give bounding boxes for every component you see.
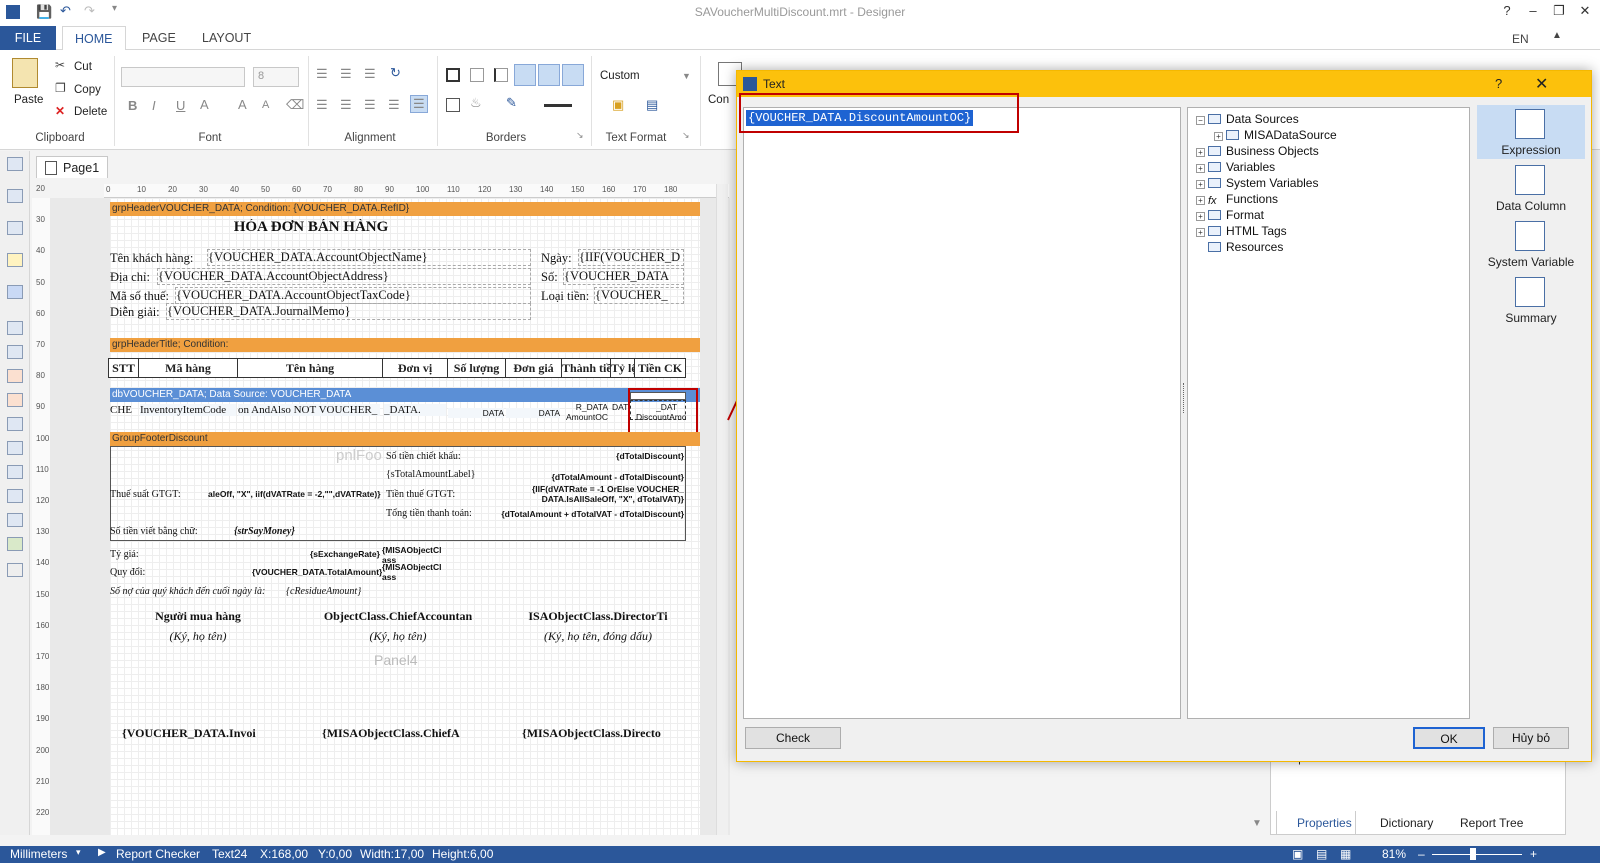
splitter-handle[interactable] (1183, 383, 1186, 413)
tree-item-label: MISADataSource (1244, 128, 1337, 142)
sidebar-label: Expression (1501, 143, 1561, 157)
expand-icon[interactable]: + (1196, 180, 1205, 189)
dialog-title: Text (763, 77, 786, 91)
tree-item-data-sources[interactable]: − Data Sources (1196, 112, 1299, 126)
tree-item-misa-datasource[interactable]: + MISADataSource (1214, 128, 1337, 142)
tree-item-label: Variables (1226, 160, 1276, 174)
text-dialog: Text ? ✕ {VOUCHER_DATA.DiscountAmountOC}… (736, 70, 1592, 762)
expression-icon (1515, 109, 1545, 139)
tree-item-label: HTML Tags (1226, 224, 1287, 238)
html-tags-icon (1208, 226, 1221, 236)
expand-icon[interactable]: + (1214, 132, 1223, 141)
expand-icon[interactable]: + (1196, 148, 1205, 157)
dialog-help-icon[interactable]: ? (1495, 76, 1502, 91)
tree-item-label: Data Sources (1226, 112, 1299, 126)
tree-item-resources[interactable]: Resources (1208, 240, 1283, 254)
tree-item-label: Resources (1226, 240, 1284, 254)
tree-item-html-tags[interactable]: + HTML Tags (1196, 224, 1287, 238)
system-variables-icon (1208, 178, 1221, 188)
sidebar-expression[interactable]: Expression (1477, 105, 1585, 159)
system-variable-icon (1515, 221, 1545, 251)
dictionary-tree: − Data Sources + MISADataSource + Business … (1187, 107, 1470, 719)
tree-item-label: Format (1226, 208, 1265, 222)
variables-icon (1208, 162, 1221, 172)
expand-icon[interactable]: + (1196, 164, 1205, 173)
tree-item-label: System Variables (1226, 176, 1319, 190)
tree-item-business-objects[interactable]: + Business Objects (1196, 144, 1319, 158)
expand-icon[interactable]: + (1196, 196, 1205, 205)
check-button[interactable]: Check (745, 727, 841, 749)
functions-icon: fx (1208, 195, 1217, 207)
tree-item-label: Business Objects (1226, 144, 1319, 158)
cancel-button[interactable]: Hủy bỏ (1493, 727, 1569, 749)
tree-item-label: Functions (1226, 192, 1279, 206)
expand-icon[interactable]: + (1196, 212, 1205, 221)
summary-icon (1515, 277, 1545, 307)
resources-icon (1208, 242, 1221, 252)
tree-item-system-variables[interactable]: + System Variables (1196, 176, 1318, 190)
dialog-close-button[interactable]: ✕ (1535, 74, 1548, 94)
ok-button[interactable]: OK (1413, 727, 1485, 749)
tree-item-format[interactable]: + Format (1196, 208, 1264, 222)
sidebar-label: Summary (1505, 311, 1557, 325)
insert-sidebar: Expression Data Column System Variable S… (1477, 105, 1585, 719)
data-sources-icon (1208, 114, 1221, 124)
sidebar-data-column[interactable]: Data Column (1477, 161, 1585, 215)
expression-highlight-box (739, 93, 1019, 133)
expand-icon[interactable]: + (1196, 228, 1205, 237)
datasource-icon (1226, 130, 1239, 140)
business-objects-icon (1208, 146, 1221, 156)
collapse-icon[interactable]: − (1196, 116, 1205, 125)
sidebar-summary[interactable]: Summary (1477, 273, 1585, 327)
dialog-icon (743, 77, 757, 91)
tree-item-functions[interactable]: + fx Functions (1196, 192, 1279, 207)
data-column-icon (1515, 165, 1545, 195)
sidebar-label: System Variable (1487, 255, 1575, 269)
expression-editor[interactable]: {VOUCHER_DATA.DiscountAmountOC} (743, 107, 1181, 719)
tree-item-variables[interactable]: + Variables (1196, 160, 1275, 174)
format-icon (1208, 210, 1221, 220)
sidebar-system-variable[interactable]: System Variable (1477, 217, 1585, 271)
sidebar-label: Data Column (1495, 199, 1567, 213)
